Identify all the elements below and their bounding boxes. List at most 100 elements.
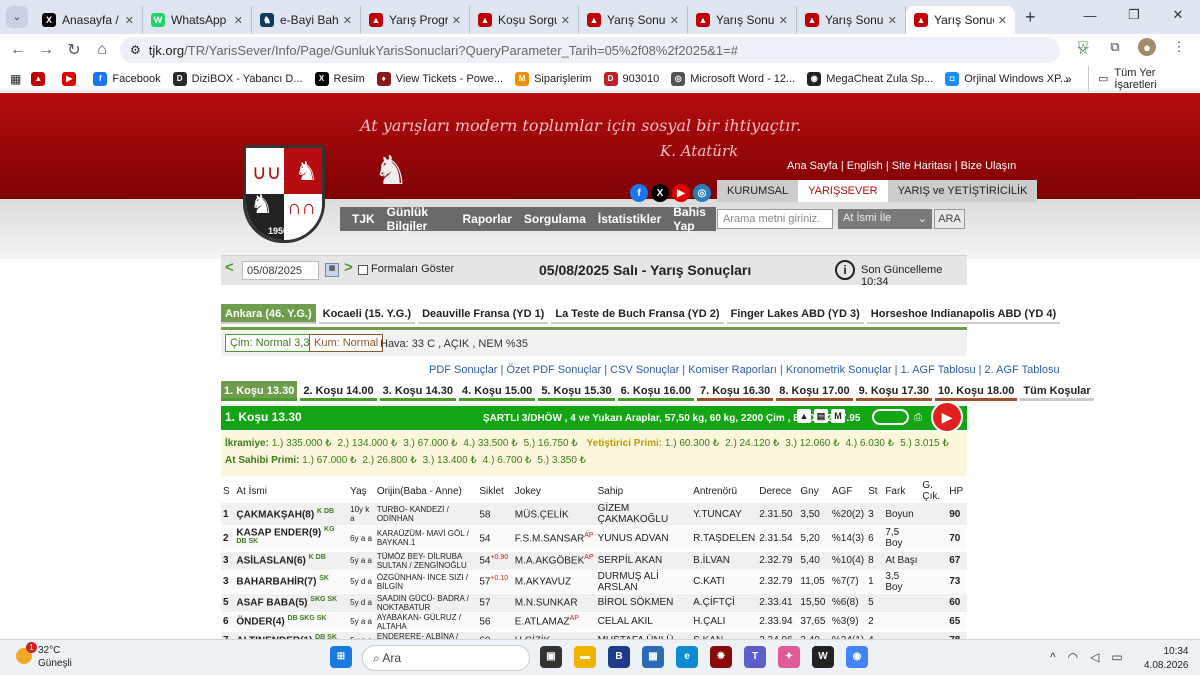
column-header[interactable]: Fark xyxy=(883,480,920,503)
w-app-icon[interactable]: W xyxy=(812,646,834,668)
new-tab-button[interactable]: + xyxy=(1025,7,1036,28)
race-tab[interactable]: 3. Koşu 14.30 xyxy=(379,381,456,401)
nav-sorgulama[interactable]: Sorgulama xyxy=(524,212,586,226)
all-bookmarks-folder[interactable]: ▭ Tüm Yer İşaretleri xyxy=(1098,67,1200,91)
address-bar[interactable]: ⚙ tjk.org/TR/YarisSever/Info/Page/Gunluk… xyxy=(120,37,1090,63)
instagram-icon[interactable]: ◎ xyxy=(693,184,711,202)
race-tab[interactable]: 4. Koşu 15.00 xyxy=(458,381,536,401)
search-type-select[interactable]: At İsmi İle ⌄ xyxy=(838,209,932,229)
close-tab-icon[interactable]: ✕ xyxy=(234,14,243,27)
column-header[interactable]: HP xyxy=(947,480,967,503)
search-button[interactable]: ARA xyxy=(934,209,965,229)
x-icon[interactable]: X xyxy=(651,184,669,202)
horse-name[interactable]: BAHARBAHİR(7) xyxy=(236,577,316,588)
race-tab[interactable]: 10. Koşu 18.00 xyxy=(934,381,1018,401)
result-links[interactable]: PDF Sonuçlar | Özet PDF Sonuçlar | CSV S… xyxy=(429,364,1060,376)
bookmark-item[interactable]: D DiziBOX - Yabancı D... xyxy=(172,71,303,86)
table-row[interactable]: 3 ASİLASLAN(6) K DB 5y a a TÜMÖZ BEY- DİLRU… xyxy=(221,550,967,571)
column-header[interactable]: St xyxy=(866,480,883,503)
close-window-button[interactable]: ✕ xyxy=(1156,7,1200,23)
race-tab[interactable]: 7. Koşu 16.30 xyxy=(696,381,774,401)
column-header[interactable]: Derece xyxy=(757,480,798,503)
horse-name[interactable]: ÖNDER(4) xyxy=(236,617,284,628)
close-tab-icon[interactable]: ✕ xyxy=(343,14,352,27)
browser-tab[interactable]: X Anasayfa / X ✕ xyxy=(34,6,143,34)
browser-tab[interactable]: ▲ Yarış Program ✕ xyxy=(361,6,470,34)
start-icon[interactable]: ⊞ xyxy=(330,646,352,668)
m-icon[interactable]: M xyxy=(831,409,845,423)
print-icon[interactable]: ⎙ xyxy=(914,412,922,423)
nav-raporlar[interactable]: Raporlar xyxy=(463,212,512,226)
facebook-icon[interactable]: f xyxy=(630,184,648,202)
battery-icon[interactable]: ▭ xyxy=(1111,650,1122,664)
horse-name-cell[interactable]: ÖNDER(4) DB SKG SK xyxy=(234,611,349,632)
show-forms-checkbox[interactable] xyxy=(358,265,368,275)
profile-avatar[interactable]: ● xyxy=(1138,38,1156,56)
chrome-icon[interactable]: ◉ xyxy=(846,646,868,668)
nav-gunluk-bilgiler[interactable]: Günlük Bilgiler xyxy=(387,205,451,233)
browser-tab[interactable]: ▲ Koşu Sorgula ✕ xyxy=(470,6,579,34)
site-info-icon[interactable]: ⚙ xyxy=(130,43,141,57)
nav-tjk[interactable]: TJK xyxy=(352,212,375,226)
table-row[interactable]: 5 ASAF BABA(5) SKG SK 5y d a SAADIN GÜCÜ- B… xyxy=(221,592,967,613)
horse-name[interactable]: ASAF BABA(5) xyxy=(236,598,307,609)
bookmark-item[interactable]: ♦ View Tickets - Powe... xyxy=(376,71,503,86)
race-tab[interactable]: 1. Koşu 13.30 xyxy=(221,381,298,401)
bookmark-item[interactable]: D 903010 xyxy=(603,71,659,86)
next-date-arrow-icon[interactable]: > xyxy=(344,259,353,276)
column-header[interactable]: Orijin(Baba - Anne) xyxy=(375,480,478,503)
race-tab[interactable]: 8. Koşu 17.00 xyxy=(776,381,853,401)
horse-name[interactable]: ASİLASLAN(6) xyxy=(236,556,305,567)
bookmarks-more-icon[interactable]: » xyxy=(1065,72,1072,86)
nav-bahis-yap[interactable]: Bahis Yap xyxy=(673,205,716,233)
reload-button[interactable]: ↻ xyxy=(60,40,88,60)
minimize-button[interactable]: — xyxy=(1068,8,1112,23)
close-tab-icon[interactable]: ✕ xyxy=(125,14,134,27)
toggle-switch[interactable] xyxy=(872,409,909,425)
browser-tab[interactable]: ♞ e-Bayi Bahis T ✕ xyxy=(252,6,361,34)
shield-extension-icon[interactable]: ⛉ xyxy=(1074,38,1092,56)
hippodrome-tab[interactable]: La Teste de Buch Fransa (YD 2) xyxy=(551,304,724,324)
extensions-puzzle-icon[interactable]: ⧉ xyxy=(1106,38,1124,56)
document-icon[interactable]: ▤ xyxy=(814,409,828,423)
bookmark-item[interactable]: ◉ MegaCheat Zula Sp... xyxy=(807,71,933,86)
browser-tab[interactable]: ▲ Yarış Sonuçla ✕ xyxy=(906,6,1015,34)
edge-icon[interactable]: e xyxy=(676,646,698,668)
tray-chevron-icon[interactable]: ^ xyxy=(1050,650,1056,664)
wifi-icon[interactable]: ◠ xyxy=(1068,650,1078,664)
browser-tab[interactable]: W WhatsApp ✕ xyxy=(143,6,252,34)
horse-name-cell[interactable]: KASAP ENDER(9) KG DB SK xyxy=(234,525,349,552)
table-row[interactable]: 2 KASAP ENDER(9) KG DB SK 6y a a KARAÜZÜM- … xyxy=(221,525,967,552)
volume-icon[interactable]: ◁ xyxy=(1090,650,1099,664)
copilot-icon[interactable]: ✦ xyxy=(778,646,800,668)
date-input[interactable]: 05/08/2025 xyxy=(242,261,319,280)
race-tab[interactable]: Tüm Koşular xyxy=(1020,381,1094,401)
close-tab-icon[interactable]: ✕ xyxy=(452,14,461,27)
apps-grid-icon[interactable]: ▦ xyxy=(10,72,21,86)
tab-yarissever[interactable]: YARIŞSEVER xyxy=(798,180,888,202)
bookmark-item[interactable]: X Resim xyxy=(314,71,365,86)
column-header[interactable]: At İsmi xyxy=(234,480,348,503)
column-header[interactable]: Siklet xyxy=(477,480,512,503)
tjk-logo[interactable]: ∪∪ ♞ ♞ ∩∩ 1950 xyxy=(243,145,325,243)
horse-name[interactable]: ÇAKMAKŞAH(8) xyxy=(236,509,314,520)
bookmark-item[interactable]: ▲ xyxy=(31,71,50,86)
table-row[interactable]: 3 BAHARBAHİR(7) SK 5y d a ÖZGÜNHAN- İNCE SI… xyxy=(221,569,967,594)
horse-name-cell[interactable]: ASİLASLAN(6) K DB xyxy=(234,550,349,571)
prev-date-arrow-icon[interactable]: < xyxy=(225,259,234,276)
bookmark-item[interactable]: M Siparişlerim xyxy=(515,71,592,86)
bookmark-item[interactable]: ◘ Orjinal Windows XP... xyxy=(945,71,1069,86)
race-tab[interactable]: 5. Koşu 15.30 xyxy=(538,381,615,401)
b-app-icon[interactable]: B xyxy=(608,646,630,668)
maximize-button[interactable]: ❐ xyxy=(1112,7,1156,23)
column-header[interactable]: Antrenörü xyxy=(691,480,757,503)
race-tab[interactable]: 6. Koşu 16.00 xyxy=(617,381,694,401)
weather-widget[interactable]: 1 32°C Güneşli xyxy=(16,642,72,670)
menu-kebab-icon[interactable]: ⋮ xyxy=(1170,38,1188,56)
youtube-icon[interactable]: ▶ xyxy=(672,184,690,202)
horse-name[interactable]: KASAP ENDER(9) xyxy=(236,527,321,538)
horse-name-cell[interactable]: BAHARBAHİR(7) SK xyxy=(234,569,349,594)
file-explorer-icon[interactable]: ▬ xyxy=(574,646,596,668)
hippodrome-tab[interactable]: Horseshoe Indianapolis ABD (YD 4) xyxy=(866,304,1061,324)
site-search-input[interactable]: Arama metni giriniz. xyxy=(717,209,833,229)
